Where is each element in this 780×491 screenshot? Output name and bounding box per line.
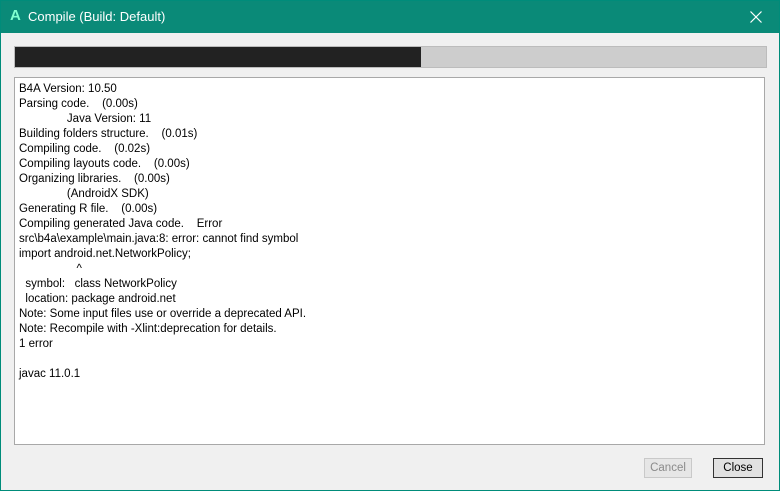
window-title: Compile (Build: Default) (28, 9, 166, 24)
log-line: Compiling generated Java code. Error (19, 218, 223, 230)
close-x-glyph (750, 11, 762, 23)
log-line: symbol: class NetworkPolicy (19, 278, 177, 290)
log-line: Organizing libraries. (0.00s) (19, 173, 170, 185)
log-line: Note: Some input files use or override a… (19, 308, 307, 320)
log-line: Compiling layouts code. (0.00s) (19, 158, 190, 170)
log-line: 1 error (19, 338, 53, 350)
log-line: import android.net.NetworkPolicy; (19, 248, 191, 260)
close-icon[interactable] (733, 1, 779, 33)
title-bar[interactable]: A Compile (Build: Default) (1, 1, 779, 33)
log-line: Generating R file. (0.00s) (19, 203, 158, 215)
log-line: B4A Version: 10.50 (19, 83, 117, 95)
log-line: Java Version: 11 (19, 113, 152, 125)
log-line: (AndroidX SDK) (19, 188, 149, 200)
progress-fill (15, 47, 421, 67)
compile-dialog: A Compile (Build: Default) B4A Version: … (0, 0, 780, 491)
compile-progress-bar (14, 46, 767, 68)
log-line: Note: Recompile with -Xlint:deprecation … (19, 323, 277, 335)
b4a-app-icon: A (10, 7, 21, 24)
log-line: Compiling code. (0.02s) (19, 143, 151, 155)
log-line: src\b4a\example\main.java:8: error: cann… (19, 233, 299, 245)
compile-log-output[interactable]: B4A Version: 10.50 Parsing code. (0.00s)… (14, 77, 765, 445)
log-line: ^ (19, 263, 82, 275)
log-line: Parsing code. (0.00s) (19, 98, 138, 110)
log-line: location: package android.net (19, 293, 176, 305)
log-line: javac 11.0.1 (19, 368, 81, 380)
close-button[interactable]: Close (713, 458, 763, 478)
cancel-button[interactable]: Cancel (644, 458, 692, 478)
log-line: Building folders structure. (0.01s) (19, 128, 198, 140)
